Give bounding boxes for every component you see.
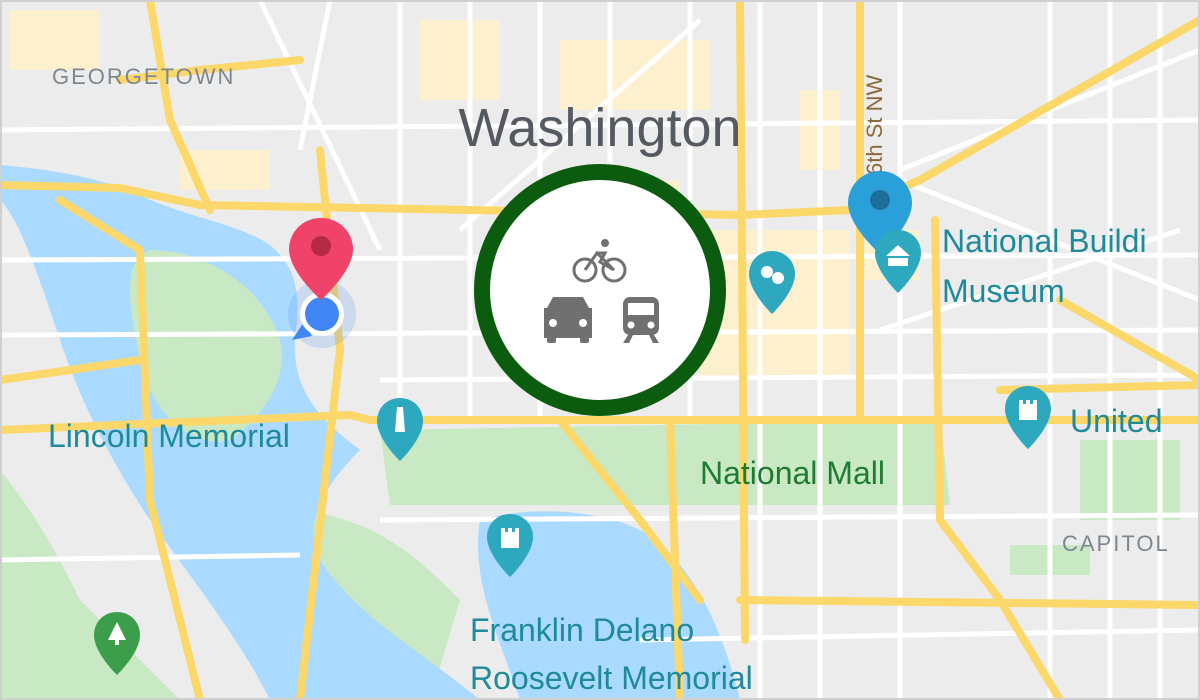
place-label-national-mall[interactable]: National Mall [700, 455, 885, 491]
city-label: Washington [458, 98, 741, 158]
selection-ring [474, 164, 726, 416]
district-label-capitol: CAPITOL [1062, 531, 1170, 556]
place-label-lincoln-memorial[interactable]: Lincoln Memorial [48, 418, 290, 454]
district-label-georgetown: GEORGETOWN [52, 64, 235, 89]
map-canvas[interactable]: Washington GEORGETOWN CAPITOL 6th St NW [0, 0, 1200, 700]
transport-mode-button[interactable] [474, 164, 726, 416]
place-label-line: Roosevelt Memorial [470, 660, 753, 696]
street-label-6th-st: 6th St NW [862, 75, 887, 175]
place-label-united[interactable]: United [1070, 403, 1163, 439]
place-label-line: National Buildi [942, 223, 1147, 259]
place-label-line: Franklin Delano [470, 612, 694, 648]
car-icon[interactable] [544, 297, 592, 343]
place-label-line: Museum [942, 273, 1065, 309]
